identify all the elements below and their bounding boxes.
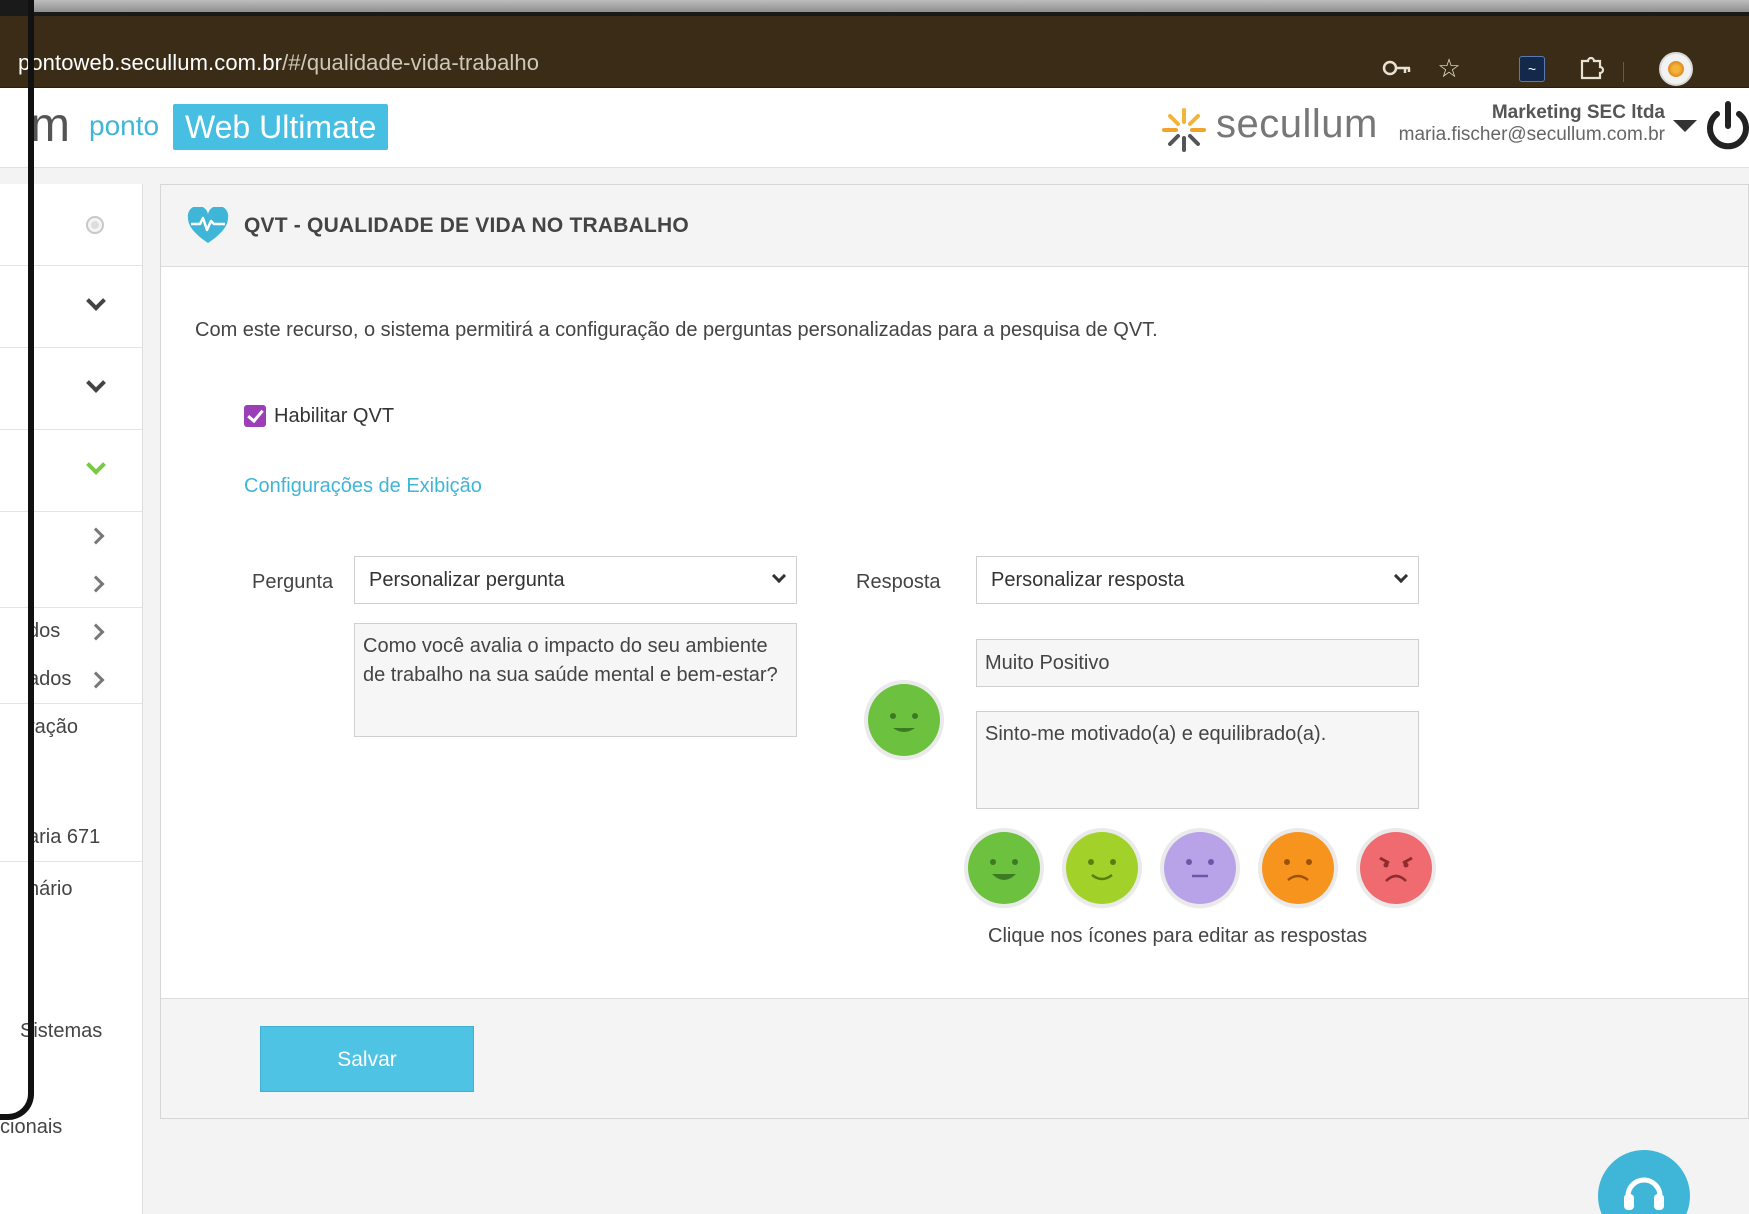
positive-face-icon[interactable] bbox=[1066, 832, 1138, 904]
sidebar-item-adicionais[interactable]: cionais bbox=[0, 1110, 142, 1152]
answer-select-value: Personalizar resposta bbox=[991, 569, 1185, 591]
very-positive-face-icon[interactable] bbox=[968, 832, 1040, 904]
secullum-sun-icon bbox=[1162, 108, 1206, 152]
chevron-down-icon bbox=[86, 455, 106, 475]
sidebar-item-label: ados bbox=[28, 668, 72, 690]
question-select[interactable]: Personalizar pergunta bbox=[354, 556, 797, 604]
neutral-face-icon[interactable] bbox=[1164, 832, 1236, 904]
chevron-right-icon bbox=[87, 527, 105, 545]
puzzle-icon[interactable] bbox=[1575, 52, 1607, 84]
save-button[interactable]: Salvar bbox=[260, 1026, 474, 1092]
enable-qvt-checkbox[interactable] bbox=[244, 405, 266, 427]
logo-badge: Web Ultimate bbox=[173, 104, 389, 150]
sidebar-subitem-2[interactable] bbox=[0, 560, 142, 608]
answer-title-input[interactable]: Muito Positivo bbox=[976, 639, 1419, 687]
sidebar-item-label: nário bbox=[28, 878, 73, 900]
question-select-value: Personalizar pergunta bbox=[369, 569, 565, 591]
extension-icon[interactable]: ~ bbox=[1519, 56, 1545, 82]
sidebar-item-label: cionais bbox=[0, 1116, 63, 1138]
sidebar-toggle-icon[interactable] bbox=[86, 216, 104, 234]
sidebar-subitem-4[interactable]: ados bbox=[0, 656, 142, 704]
toolbar-separator bbox=[1623, 62, 1624, 82]
url-path: /#/qualidade-vida-trabalho bbox=[282, 50, 540, 75]
sidebar-item-label: ração bbox=[28, 716, 79, 738]
sidebar-item-label: Sistemas bbox=[20, 1020, 103, 1042]
sidebar-item-label: aria 671 bbox=[28, 826, 101, 848]
answer-description-textarea[interactable]: Sinto-me motivado(a) e equilibrado(a). bbox=[976, 711, 1419, 809]
qvt-panel: QVT - QUALIDADE DE VIDA NO TRABALHO Com … bbox=[160, 184, 1749, 1119]
logo-mark: m bbox=[30, 99, 70, 152]
sidebar: dos ados ração aria 671 nário Sistemas c… bbox=[0, 184, 143, 1214]
panel-header: QVT - QUALIDADE DE VIDA NO TRABALHO bbox=[161, 185, 1748, 267]
chevron-down-icon bbox=[86, 291, 106, 311]
sidebar-item-funcionario[interactable]: nário bbox=[0, 872, 142, 914]
sidebar-item-portaria[interactable]: aria 671 bbox=[0, 820, 142, 862]
chevron-down-icon bbox=[86, 373, 106, 393]
app-header: m ponto Web Ultimate secullum Marketing … bbox=[0, 88, 1749, 168]
question-textarea[interactable]: Como você avalia o impacto do seu ambien… bbox=[354, 623, 797, 737]
intro-text: Com este recurso, o sistema permitirá a … bbox=[195, 319, 1158, 341]
chevron-right-icon bbox=[87, 575, 105, 593]
panel-footer: Salvar bbox=[161, 998, 1748, 1118]
sidebar-group-3[interactable] bbox=[0, 430, 142, 512]
question-label: Pergunta bbox=[252, 571, 334, 593]
address-bar[interactable]: pontoweb.secullum.com.br/#/qualidade-vid… bbox=[0, 16, 1749, 88]
sidebar-item-configuracao[interactable]: ração bbox=[0, 704, 142, 752]
logo-ponto: ponto bbox=[89, 110, 160, 141]
help-chat-button[interactable] bbox=[1598, 1150, 1690, 1214]
power-icon[interactable] bbox=[1703, 98, 1749, 154]
key-icon[interactable] bbox=[1381, 52, 1413, 84]
chevron-right-icon bbox=[87, 671, 105, 689]
sidebar-subitem-3[interactable]: dos bbox=[0, 608, 142, 656]
profile-avatar[interactable] bbox=[1659, 52, 1693, 86]
faces-hint: Clique nos ícones para editar as respost… bbox=[988, 925, 1368, 947]
user-menu-caret-icon[interactable] bbox=[1673, 120, 1697, 132]
negative-face-icon[interactable] bbox=[1262, 832, 1334, 904]
page-title: QVT - QUALIDADE DE VIDA NO TRABALHO bbox=[244, 214, 689, 237]
very-negative-face-icon[interactable] bbox=[1360, 832, 1432, 904]
answer-label: Resposta bbox=[856, 571, 941, 593]
user-email[interactable]: maria.fischer@secullum.com.br bbox=[1399, 124, 1665, 146]
star-icon[interactable]: ☆ bbox=[1433, 52, 1465, 84]
headset-icon bbox=[1624, 1177, 1664, 1210]
answer-select[interactable]: Personalizar resposta bbox=[976, 556, 1419, 604]
browser-top-strip bbox=[0, 0, 1749, 16]
url-text[interactable]: pontoweb.secullum.com.br/#/qualidade-vid… bbox=[18, 50, 539, 76]
enable-qvt-label[interactable]: Habilitar QVT bbox=[274, 405, 394, 428]
sidebar-item-sistemas[interactable]: Sistemas bbox=[0, 1014, 142, 1056]
brand-name: secullum bbox=[1216, 102, 1378, 146]
chevron-right-icon bbox=[87, 623, 105, 641]
user-company[interactable]: Marketing SEC ltda bbox=[1492, 102, 1665, 124]
selected-answer-face-icon bbox=[868, 684, 940, 756]
sidebar-item-label: dos bbox=[28, 620, 61, 642]
chevron-down-icon bbox=[1393, 568, 1409, 584]
sidebar-row-toggle[interactable] bbox=[0, 184, 142, 266]
heart-pulse-icon bbox=[187, 207, 229, 243]
sidebar-group-1[interactable] bbox=[0, 266, 142, 348]
url-host: pontoweb.secullum.com.br bbox=[18, 50, 283, 75]
sidebar-subitem-1[interactable] bbox=[0, 512, 142, 560]
sidebar-group-2[interactable] bbox=[0, 348, 142, 430]
chevron-down-icon bbox=[771, 568, 787, 584]
display-settings-link[interactable]: Configurações de Exibição bbox=[244, 475, 482, 498]
